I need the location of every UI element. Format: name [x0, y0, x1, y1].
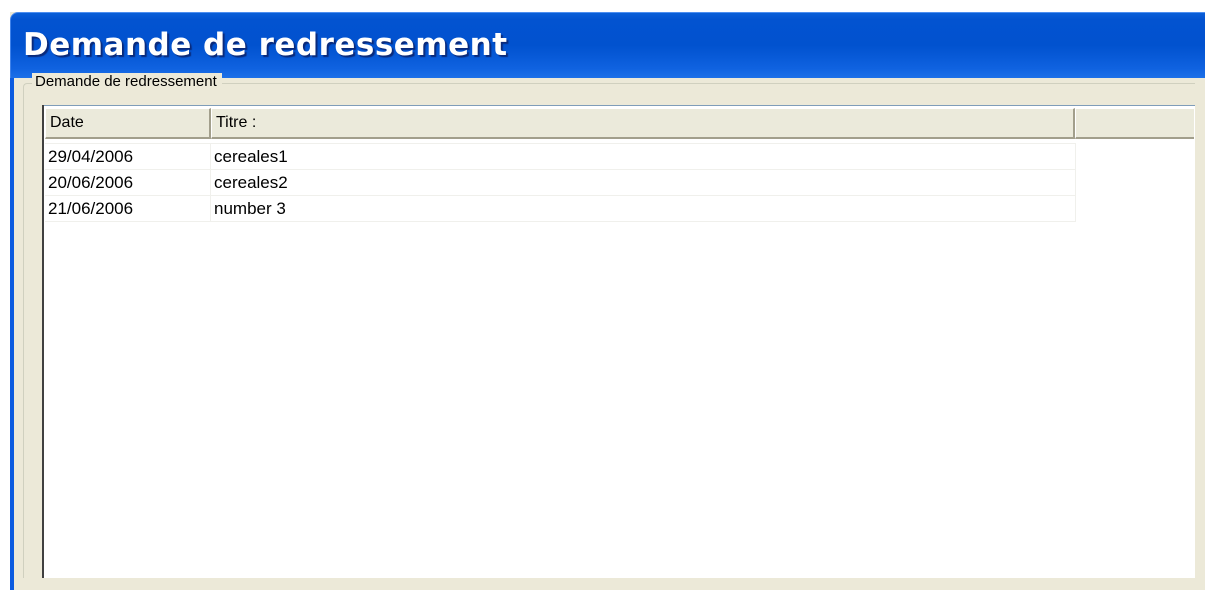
group-box-label: Demande de redressement [32, 73, 222, 90]
table-row[interactable]: 20/06/2006 cereales2 [45, 169, 1076, 196]
window-title: Demande de redressement [23, 27, 508, 63]
row-title-cell: number 3 [211, 196, 1076, 221]
window-frame-left [10, 78, 14, 590]
title-bar[interactable]: Demande de redressement [10, 12, 1205, 78]
table-row[interactable]: 29/04/2006 cereales1 [45, 143, 1076, 170]
row-title-cell: cereales2 [211, 170, 1076, 195]
table-row[interactable]: 21/06/2006 number 3 [45, 195, 1076, 222]
list-view-border [42, 105, 44, 578]
column-header-filler [1075, 108, 1194, 139]
row-date-cell: 20/06/2006 [45, 170, 211, 195]
row-title-cell: cereales1 [211, 144, 1076, 169]
list-header: Date Titre : [45, 108, 1194, 139]
row-date-cell: 29/04/2006 [45, 144, 211, 169]
column-header-date[interactable]: Date [45, 108, 211, 139]
column-header-title[interactable]: Titre : [211, 108, 1075, 139]
list-rows: 29/04/2006 cereales1 20/06/2006 cereales… [45, 143, 1076, 222]
requests-list-view[interactable]: Date Titre : 29/04/2006 cereales1 20/06/… [42, 105, 1195, 578]
row-date-cell: 21/06/2006 [45, 196, 211, 221]
